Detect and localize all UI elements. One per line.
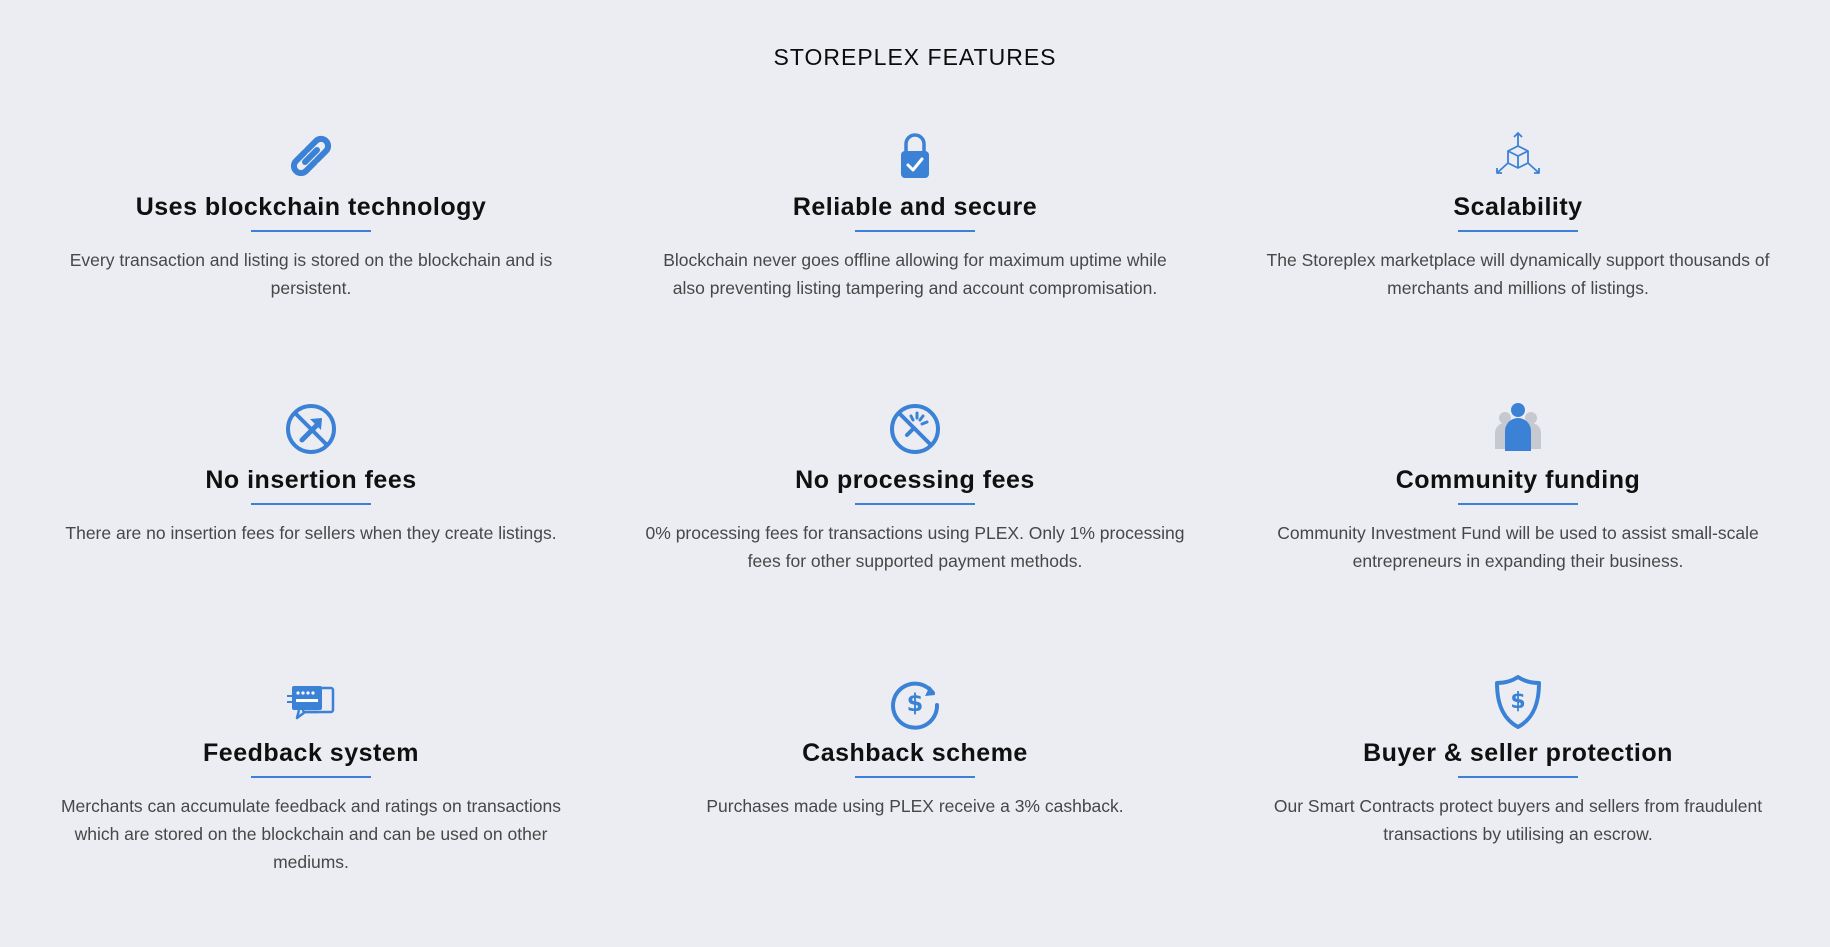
title-underline (251, 230, 371, 232)
feature-title: Cashback scheme (802, 739, 1028, 767)
title-underline (1458, 230, 1578, 232)
cashback-dollar-icon: $ (891, 681, 940, 730)
feature-card-no-processing: No processing fees 0% processing fees fo… (635, 401, 1195, 575)
svg-text:$: $ (1510, 689, 1525, 714)
feature-card-scalability: Scalability The Storeplex marketplace wi… (1238, 128, 1798, 302)
feature-title: Reliable and secure (792, 193, 1038, 221)
feature-description: 0% processing fees for transactions usin… (645, 523, 1185, 571)
title-underline (251, 503, 371, 505)
feature-card-reliable: Reliable and secure Blockchain never goe… (635, 128, 1195, 302)
feature-card-feedback: Feedback system Merchants can accumulate… (31, 674, 591, 876)
feature-description: Blockchain never goes offline allowing f… (663, 250, 1167, 298)
title-underline (855, 776, 975, 778)
feedback-cards-icon (287, 686, 335, 720)
title-underline (1458, 503, 1578, 505)
feature-title: Scalability (1453, 193, 1583, 221)
title-underline (251, 776, 371, 778)
feature-title: Buyer & seller protection (1363, 739, 1673, 767)
feature-description: Our Smart Contracts protect buyers and s… (1273, 796, 1763, 844)
feature-title: Uses blockchain technology (135, 193, 487, 221)
no-processing-icon (890, 404, 940, 454)
feature-title: Community funding (1395, 466, 1641, 494)
no-insertion-icon (286, 404, 336, 454)
feature-card-blockchain: Uses blockchain technology Every transac… (31, 128, 591, 302)
title-underline (1458, 776, 1578, 778)
shield-dollar-icon: $ (1495, 675, 1541, 729)
svg-text:$: $ (907, 689, 924, 717)
chain-link-icon (290, 135, 332, 177)
feature-description: The Storeplex marketplace will dynamical… (1266, 250, 1770, 298)
feature-description: Every transaction and listing is stored … (69, 250, 553, 298)
title-underline (855, 230, 975, 232)
scalable-cube-icon (1496, 132, 1540, 174)
feature-title: No processing fees (795, 466, 1035, 494)
feature-card-protection: $ Buyer & seller protection Our Smart Co… (1238, 674, 1798, 848)
feature-title: Feedback system (203, 739, 419, 767)
feature-description: Community Investment Fund will be used t… (1277, 523, 1759, 571)
feature-card-cashback: $ Cashback scheme Purchases made using P… (635, 674, 1195, 820)
feature-description: There are no insertion fees for sellers … (65, 523, 557, 543)
feature-title: No insertion fees (205, 466, 417, 494)
feature-description: Merchants can accumulate feedback and ra… (60, 796, 561, 872)
feature-card-no-insertion: No insertion fees There are no insertion… (31, 401, 591, 547)
padlock-check-icon (901, 133, 929, 178)
feature-card-community: Community funding Community Investment F… (1238, 401, 1798, 575)
title-underline (855, 503, 975, 505)
community-people-icon (1495, 403, 1541, 451)
feature-description: Purchases made using PLEX receive a 3% c… (706, 796, 1124, 816)
features-grid: Uses blockchain technology Every transac… (0, 0, 1830, 947)
